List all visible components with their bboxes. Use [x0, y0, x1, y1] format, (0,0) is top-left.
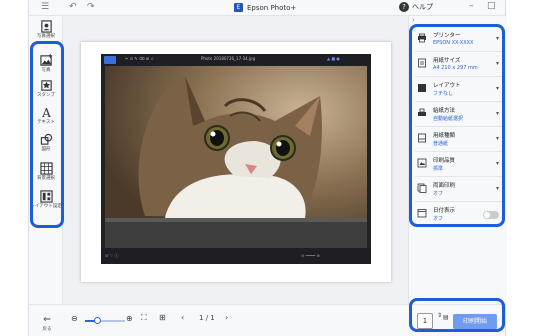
- epson-logo-icon: E: [234, 3, 243, 12]
- zoom-slider-knob[interactable]: [94, 317, 101, 324]
- left-tools-highlight: [30, 41, 64, 228]
- help-icon: ?: [399, 2, 409, 12]
- page-separator: /: [205, 314, 209, 322]
- app-title: E Epson Photo+: [234, 3, 296, 12]
- page-total: 1: [210, 314, 215, 322]
- minimize-icon[interactable]: –: [469, 1, 474, 11]
- collapse-panel-icon[interactable]: ›: [412, 16, 415, 24]
- app-title-text: Epson Photo+: [247, 3, 297, 12]
- title-bar: ☰ ↶ ↷ E Epson Photo+ ? ヘルプ – □: [29, 0, 505, 16]
- canvas-area: ✂ ⊡ ✎ ⌫ ⊞ ☆ Photo 20180726_17-34.jpg ▲ ■…: [64, 16, 408, 304]
- maximize-icon[interactable]: □: [487, 1, 496, 11]
- next-page-icon[interactable]: ›: [225, 313, 228, 322]
- photo-viewer-statusbar: ⊟ ♡ ⓘ ⊖ ━━━━ ⊕: [101, 248, 371, 264]
- redo-icon[interactable]: ↷: [87, 2, 95, 13]
- cat-photo: [105, 66, 367, 248]
- fit-to-screen-icon[interactable]: ⛶: [141, 313, 147, 323]
- hamburger-menu-icon[interactable]: ☰: [41, 2, 49, 13]
- undo-icon[interactable]: ↶: [69, 2, 77, 13]
- cat-image: [105, 66, 367, 248]
- prev-page-icon[interactable]: ‹: [181, 313, 184, 322]
- viewer-zoom-controls: ⊖ ━━━━ ⊕: [301, 253, 320, 258]
- tool-select-photo[interactable]: 写真選択: [29, 20, 63, 39]
- zoom-out-icon[interactable]: ⊖: [71, 314, 78, 323]
- help-label: ヘルプ: [412, 3, 433, 11]
- page-indicator: 1 / 1: [199, 314, 215, 322]
- back-label: 戻る: [42, 327, 52, 332]
- app-window: ☰ ↶ ↷ E Epson Photo+ ? ヘルプ – □ 写真選択 写真 ス…: [28, 0, 507, 336]
- zoom-in-icon[interactable]: ⊕: [126, 314, 133, 323]
- grid-icon[interactable]: ⊞: [159, 313, 166, 322]
- page-current: 1: [199, 314, 204, 322]
- settings-highlight: [409, 24, 505, 227]
- photo-viewer-toolbar: ✂ ⊡ ✎ ⌫ ⊞ ☆ Photo 20180726_17-34.jpg ▲ ■…: [101, 54, 371, 66]
- viewer-title: Photo 20180726_17-34.jpg: [201, 56, 256, 61]
- help-button[interactable]: ? ヘルプ: [399, 2, 433, 12]
- print-area-highlight: [409, 298, 505, 332]
- back-button[interactable]: ⇐ 戻る: [37, 307, 57, 332]
- viewer-tool-icons: ✂ ⊡ ✎ ⌫ ⊞ ☆: [125, 56, 155, 61]
- viewer-mode-icon: [104, 56, 116, 64]
- zoom-slider[interactable]: [85, 317, 125, 324]
- back-arrow-icon: ⇐: [43, 315, 51, 325]
- print-preview-paper: ✂ ⊡ ✎ ⌫ ⊞ ☆ Photo 20180726_17-34.jpg ▲ ■…: [81, 42, 391, 282]
- viewer-status-icons: ⊟ ♡ ⓘ: [105, 253, 119, 258]
- viewer-share-icons: ▲ ■ ●: [327, 56, 340, 61]
- photo-viewer-screenshot: ✂ ⊡ ✎ ⌫ ⊞ ☆ Photo 20180726_17-34.jpg ▲ ■…: [101, 54, 371, 264]
- select-photo-icon: [40, 20, 52, 33]
